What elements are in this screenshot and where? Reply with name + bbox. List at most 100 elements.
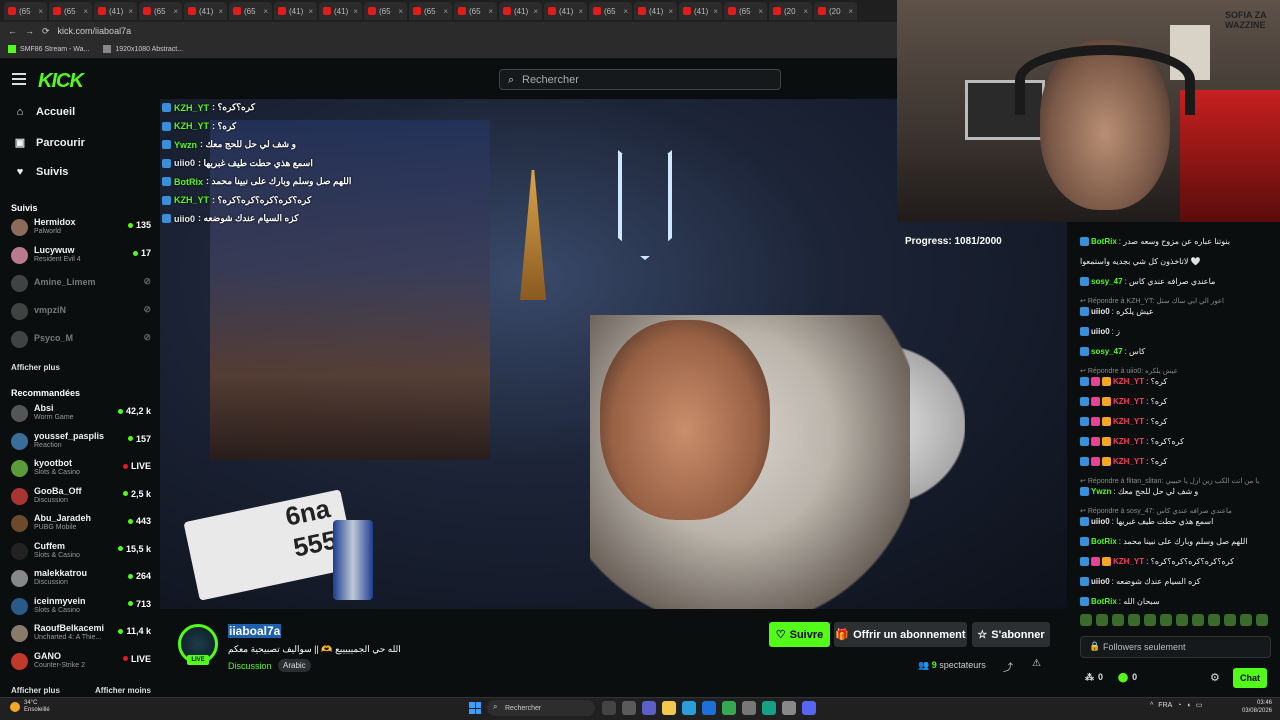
browser-tab[interactable]: (65 × (229, 2, 272, 20)
browser-tab[interactable]: (20 × (769, 2, 812, 20)
close-icon[interactable]: × (803, 7, 808, 16)
settings-icon[interactable]: ⚙ (1210, 671, 1220, 684)
following-channel[interactable]: Lucywuw Resident Evil 4 17 (11, 243, 151, 267)
chat-username[interactable]: KZH_YT (1113, 396, 1144, 407)
browser-tab[interactable]: (65 × (454, 2, 497, 20)
emote-icon[interactable] (1096, 614, 1108, 626)
chat-username[interactable]: KZH_YT (1113, 456, 1144, 467)
browser-tab[interactable]: (41) × (184, 2, 227, 20)
chat-username[interactable]: uiio0 (1091, 576, 1110, 587)
explorer-icon[interactable] (662, 701, 676, 715)
kicks-display[interactable]: ⬤ 0 (1118, 672, 1137, 683)
stream-tag[interactable]: Arabic (278, 659, 311, 672)
close-icon[interactable]: × (218, 7, 223, 16)
battery-icon[interactable]: ▭ (1196, 701, 1203, 709)
reload-icon[interactable]: ⟳ (42, 26, 50, 37)
browser-tab[interactable]: (65 × (139, 2, 182, 20)
chat-username[interactable]: sosy_47 (1091, 346, 1123, 357)
recommended-channel[interactable]: RaoufBelkacemi Uncharted 4: A Thie... 11,4… (11, 621, 151, 645)
edge-icon[interactable] (682, 701, 696, 715)
browser-tab[interactable]: (65 × (589, 2, 632, 20)
close-icon[interactable]: × (128, 7, 133, 16)
following-channel[interactable]: Amine_Limem ⊘ (11, 271, 151, 295)
chat-input[interactable]: 🔒 Followers seulement (1080, 636, 1271, 658)
teams-icon[interactable] (642, 701, 656, 715)
close-icon[interactable]: × (578, 7, 583, 16)
share-icon[interactable]: ⤴ (1003, 659, 1013, 674)
chat-username[interactable]: KZH_YT (1113, 416, 1144, 427)
recommended-channel[interactable]: youssef_pasplis Reaction 157 (11, 429, 151, 453)
show-more-following[interactable]: Afficher plus (11, 363, 60, 372)
recommended-channel[interactable]: malekkatrou Discussion 264 (11, 566, 151, 590)
taskbar-search[interactable]: ⌕ Rechercher (487, 700, 595, 716)
discord-icon[interactable] (802, 701, 816, 715)
report-icon[interactable]: ⚠ (1032, 658, 1041, 669)
nav-home[interactable]: ⌂ Accueil (14, 106, 75, 118)
chat-username[interactable]: KZH_YT (1113, 436, 1144, 447)
chat-username[interactable]: KZH_YT (1113, 556, 1144, 567)
url-text[interactable]: kick.com/iiaboal7a (58, 26, 132, 36)
browser-tab[interactable]: (65 × (409, 2, 452, 20)
browser-tab[interactable]: (41) × (679, 2, 722, 20)
close-icon[interactable]: × (758, 7, 763, 16)
chat-username[interactable]: uiio0 (1091, 516, 1110, 527)
browser-tab[interactable]: (65 × (4, 2, 47, 20)
menu-icon[interactable] (12, 73, 26, 85)
taskview-icon[interactable] (602, 701, 616, 715)
chrome-icon[interactable] (722, 701, 736, 715)
emote-icon[interactable] (1256, 614, 1268, 626)
chat-send-button[interactable]: Chat (1233, 668, 1267, 688)
close-icon[interactable]: × (308, 7, 313, 16)
close-icon[interactable]: × (263, 7, 268, 16)
taskbar-clock[interactable]: 03:46 03/08/2026 (1236, 699, 1272, 715)
close-icon[interactable]: × (623, 7, 628, 16)
browser-tab[interactable]: (41) × (544, 2, 587, 20)
search-input[interactable]: ⌕ Rechercher (499, 69, 781, 90)
app-icon[interactable] (762, 701, 776, 715)
browser-tab[interactable]: (41) × (94, 2, 137, 20)
recommended-channel[interactable]: GANO Counter-Strike 2 LIVE (11, 649, 151, 673)
weather-widget[interactable]: 34°C Ensoleillé (10, 700, 50, 714)
emote-icon[interactable] (1240, 614, 1252, 626)
emote-icon[interactable] (1144, 614, 1156, 626)
browser-tab[interactable]: (65 × (364, 2, 407, 20)
system-tray[interactable]: ^ FRA ◔ ◖ ▭ (1150, 701, 1203, 710)
recommended-channel[interactable]: kyootbot Slots & Casino LIVE (11, 456, 151, 480)
close-icon[interactable]: × (533, 7, 538, 16)
close-icon[interactable]: × (488, 7, 493, 16)
chat-username[interactable]: BotRix (1091, 596, 1117, 607)
bookmark-2[interactable]: 1920x1080 Abstract... (103, 45, 183, 53)
recommended-channel[interactable]: iceinmyvein Slots & Casino 713 (11, 594, 151, 618)
emote-icon[interactable] (1112, 614, 1124, 626)
close-icon[interactable]: × (713, 7, 718, 16)
show-less-button[interactable]: Afficher moins (95, 686, 151, 695)
browser-tab[interactable]: (65 × (724, 2, 767, 20)
emote-icon[interactable] (1176, 614, 1188, 626)
recommended-channel[interactable]: Cuffem Slots & Casino 15,5 k (11, 539, 151, 563)
emote-bar[interactable] (1080, 614, 1275, 628)
recommended-channel[interactable]: Abu_Jaradeh PUBG Mobile 443 (11, 511, 151, 535)
widgets-icon[interactable] (622, 701, 636, 715)
close-icon[interactable]: × (443, 7, 448, 16)
emote-icon[interactable] (1128, 614, 1140, 626)
browser-tab[interactable]: (41) × (319, 2, 362, 20)
wifi-icon[interactable]: ◔ (1177, 702, 1181, 709)
chat-username[interactable]: BotRix (1091, 536, 1117, 547)
show-more-recommended[interactable]: Afficher plus (11, 686, 60, 695)
language-indicator[interactable]: FRA (1158, 702, 1172, 709)
browser-tab[interactable]: (41) × (499, 2, 542, 20)
browser-tab[interactable]: (41) × (634, 2, 677, 20)
emote-icon[interactable] (1080, 614, 1092, 626)
emote-icon[interactable] (1160, 614, 1172, 626)
bookmark-1[interactable]: SMF86 Stream - Wa... (8, 45, 89, 53)
back-icon[interactable]: ← (8, 26, 17, 36)
emote-icon[interactable] (1208, 614, 1220, 626)
recommended-channel[interactable]: Absi Worm Game 42,2 k (11, 401, 151, 425)
forward-icon[interactable]: → (25, 26, 34, 36)
volume-icon[interactable]: ◖ (1187, 702, 1191, 709)
close-icon[interactable]: × (668, 7, 673, 16)
close-icon[interactable]: × (83, 7, 88, 16)
close-icon[interactable]: × (848, 7, 853, 16)
browser-tab[interactable]: (20 × (814, 2, 857, 20)
nav-browse[interactable]: ▣ Parcourir (14, 136, 85, 150)
